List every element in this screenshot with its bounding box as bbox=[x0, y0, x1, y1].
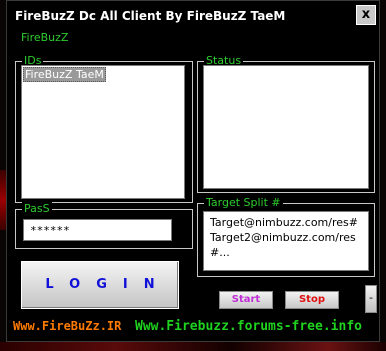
login-button[interactable]: LOGIN bbox=[21, 261, 179, 309]
target-split-field[interactable]: Target@nimbuzz.com/res#Target2@nimbuzz.c… bbox=[203, 211, 369, 271]
target-legend: Target Split # bbox=[204, 196, 283, 210]
stop-button[interactable]: Stop bbox=[285, 291, 339, 309]
close-button[interactable]: x bbox=[356, 5, 376, 25]
minimize-button[interactable]: - bbox=[365, 285, 377, 313]
window-title: FireBuzZ Dc All Client By FireBuzZ TaeM bbox=[15, 9, 286, 23]
status-listbox[interactable] bbox=[203, 65, 369, 189]
app-window: FireBuzZ Dc All Client By FireBuzZ TaeM … bbox=[6, 0, 380, 342]
start-button[interactable]: Start bbox=[219, 291, 273, 309]
ids-listbox[interactable]: FireBuzZ TaeM bbox=[21, 65, 185, 199]
desktop-background-strip bbox=[0, 342, 386, 351]
site-link-firebuzz-ir[interactable]: Www.FireBuZz.IR bbox=[13, 319, 121, 333]
site-link-forums[interactable]: Www.Firebuzz.forums-free.info bbox=[135, 319, 362, 334]
password-legend: PasS bbox=[22, 202, 52, 216]
ids-list-item[interactable]: FireBuzZ TaeM bbox=[23, 67, 106, 82]
app-label: FireBuzZ bbox=[21, 31, 69, 44]
password-field[interactable]: ****** bbox=[23, 219, 172, 241]
